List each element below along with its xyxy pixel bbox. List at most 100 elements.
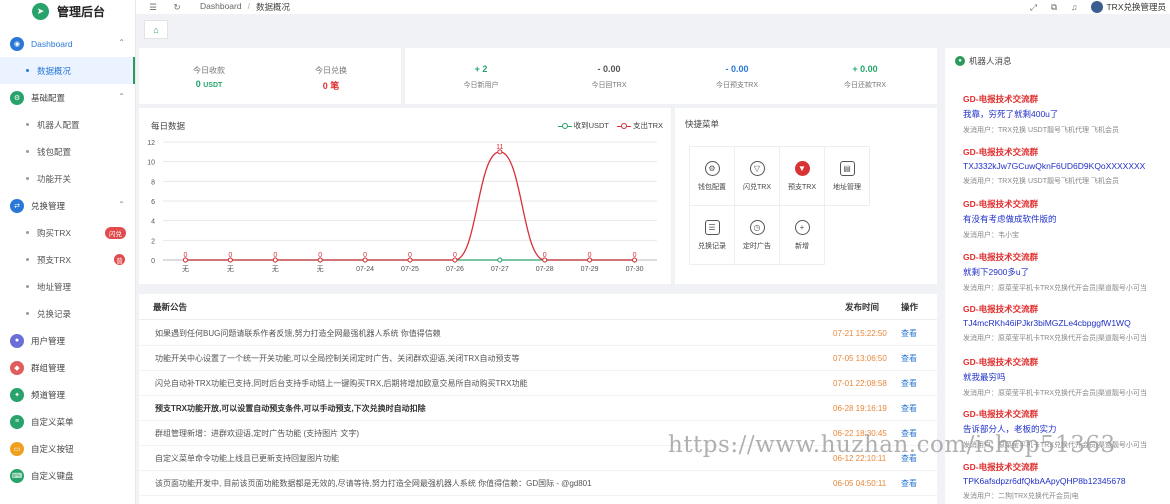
translate-icon[interactable]: ⧉ — [1051, 2, 1057, 13]
data-label: 0 — [453, 252, 457, 259]
data-label: 0 — [408, 252, 412, 259]
message-group: GD-电报技术交流群 — [963, 146, 1039, 157]
sidebar-subitem[interactable]: 兑换记录 — [0, 300, 135, 327]
list-item[interactable]: GD-电报技术交流群 告诉部分人，老板的实力 发消用户：原菜莹平机卡TRX兑换代开会… — [963, 408, 1170, 450]
bullet-icon — [26, 285, 29, 288]
y-tick-label: 6 — [151, 199, 155, 206]
sidebar-subitem[interactable]: 预支TRX 普 — [0, 246, 135, 273]
list-item[interactable]: GD-电报技术交流群 我靠，穷死了就剩400u了 发消用户：TRX兑换 USDT靓号… — [963, 93, 1170, 135]
y-tick-label: 10 — [147, 160, 155, 167]
view-link[interactable]: 查看 — [901, 453, 917, 464]
sidebar-subitem[interactable]: 数据概况 — [0, 57, 135, 84]
sidebar-subitem[interactable]: 机器人配置 — [0, 111, 135, 138]
message-sender: 发消用户：原菜莹平机卡TRX兑换代开会员|渠道靓号小可当 — [963, 389, 1147, 397]
fullscreen-icon[interactable]: ⤢ — [1030, 2, 1037, 13]
x-tick-label: 07-28 — [536, 266, 554, 273]
collapse-menu-icon[interactable]: ☰ — [148, 2, 158, 13]
list-item[interactable]: GD-电报技术交流群 就剩下2900多u了 发消用户：原菜莹平机卡TRX兑换代开会员… — [963, 251, 1170, 293]
bell-icon[interactable]: ♫ — [1071, 2, 1077, 12]
tron-icon: ▽ — [749, 160, 765, 176]
robot-icon: ● — [955, 56, 965, 66]
bullet-icon — [26, 312, 29, 315]
message-sender: 发消用户：原菜莹平机卡TRX兑换代开会员|渠道靓号小可当 — [963, 442, 1147, 449]
quick-menu-item[interactable]: ◷ 定时广告 — [735, 206, 780, 265]
view-link[interactable]: 查看 — [901, 378, 917, 389]
sidebar-item-1[interactable]: ⚙ 基础配置 ⌃ — [0, 84, 135, 111]
sidebar-subitem[interactable]: 购买TRX 闪兑 — [0, 219, 135, 246]
view-link[interactable]: 查看 — [901, 478, 917, 489]
list-item[interactable]: GD-电报技术交流群 TJ4mcRKh46iPJkr3biMGZLe4cbpggf… — [963, 303, 1170, 343]
quick-menu-label: 闪兑TRX — [743, 183, 771, 191]
x-tick-label: 07-27 — [491, 266, 509, 273]
x-tick-label: 07-24 — [356, 266, 374, 273]
bullet-icon — [26, 177, 29, 180]
announcement-date: 07-01 22:08:58 — [833, 378, 887, 388]
stat-unit: USDT — [203, 82, 223, 89]
message-text: 就剩下2900多u了 — [963, 266, 1030, 277]
record-icon: ☰ — [704, 219, 720, 235]
sidebar-subitem-label: 钱包配置 — [37, 146, 72, 157]
message-group: GD-电报技术交流群 — [963, 304, 1039, 314]
keyboard-icon: ⌨ — [10, 468, 24, 483]
message-text: 我靠，穷死了就剩400u了 — [963, 109, 1059, 119]
quick-menu-item[interactable]: ▤ 地址管理 — [825, 147, 870, 206]
quick-menu-item[interactable]: + 新增 — [780, 206, 825, 265]
stat-label: 今日回TRX — [591, 82, 627, 89]
table-row: 如果遇到任何BUG问题请联系作者反馈,努力打造全网最强机器人系统 你值得信赖 07… — [139, 321, 937, 346]
announcement-date: 07-05 13:06:50 — [833, 353, 887, 363]
view-link[interactable]: 查看 — [901, 428, 917, 439]
list-item[interactable]: GD-电报技术交流群 有没有考虑做成软件版的 发消用户：韦小宝 — [963, 198, 1170, 240]
top-header: ☰ ↻ Dashboard / 数据概况 ⤢ ⧉ ♫ TRX兑换管理员 — [136, 0, 1170, 14]
sidebar-subitem[interactable]: 地址管理 — [0, 273, 135, 300]
brand-title: 管理后台 — [57, 4, 106, 19]
sidebar-item-2[interactable]: ⇄ 兑换管理 ⌃ — [0, 192, 135, 219]
y-tick-label: 0 — [151, 258, 155, 265]
x-tick-label: 无 — [182, 265, 189, 273]
stat-number: 0 — [322, 81, 328, 91]
brand[interactable]: ➤ 管理后台 — [0, 0, 135, 22]
avatar — [1091, 1, 1104, 13]
announcement-text: 功能开关中心设置了一个统一开关功能,可以全局控制关闭定时广告、关闭群欢迎语,关闭… — [155, 353, 520, 363]
sidebar-item-6[interactable]: ≡ 自定义菜单 — [0, 408, 135, 435]
quick-menu-item[interactable]: ☰ 兑换记录 — [690, 206, 735, 265]
view-link[interactable]: 查看 — [901, 403, 917, 414]
sidebar-subitem[interactable]: 钱包配置 — [0, 138, 135, 165]
message-text: TPK6afsdpzr6dfQkbAApyQHP8b12345678 — [963, 475, 1126, 486]
user-menu[interactable]: TRX兑换管理员 — [1091, 1, 1166, 13]
bullet-icon — [26, 231, 29, 234]
list-item[interactable]: GD-电报技术交流群 TXJ332kJw7GCuwQknF6UD6D9KQoXXX… — [963, 146, 1170, 186]
stat-value: - 0.00 — [597, 64, 621, 74]
sidebar-item-7[interactable]: ▭ 自定义按钮 — [0, 435, 135, 462]
sidebar-item-0[interactable]: ◉ Dashboard ⌃ — [0, 30, 135, 57]
quick-menu-label: 定时广告 — [743, 242, 771, 250]
view-link[interactable]: 查看 — [901, 353, 917, 364]
message-group: GD-电报技术交流群 — [963, 409, 1039, 419]
stat-unit: 笔 — [330, 81, 340, 91]
refresh-icon[interactable]: ↻ — [172, 2, 182, 13]
quick-menu-item[interactable]: ▼ 预支TRX — [780, 147, 825, 206]
sidebar-item-5[interactable]: ✦ 频道管理 — [0, 381, 135, 408]
button-icon: ▭ — [10, 441, 24, 456]
sidebar-item-8[interactable]: ⌨ 自定义键盘 — [0, 462, 135, 489]
chevron-up-icon: ⌃ — [118, 92, 125, 101]
quick-menu-label: 新增 — [795, 242, 809, 250]
sidebar-subitem[interactable]: 功能开关 — [0, 165, 135, 192]
group-icon: ◆ — [10, 360, 24, 375]
sidebar-item-4[interactable]: ◆ 群组管理 — [0, 354, 135, 381]
sidebar-subitem-label: 机器人配置 — [37, 119, 80, 130]
message-sender: 发消用户：韦小宝 — [963, 232, 1019, 239]
stats-right-panel: + 2 今日新用户 - 0.00 今日回TRX - 0.00 今日预支TRX + 0.00 今… — [405, 48, 937, 104]
list-item[interactable]: GD-电报技术交流群 就我最穷吗 发消用户：原菜莹平机卡TRX兑换代开会员|渠道靓号… — [963, 356, 1170, 398]
quick-menu-item[interactable]: ▽ 闪兑TRX — [735, 147, 780, 206]
list-item[interactable]: GD-电报技术交流群 TPK6afsdpzr6dfQkbAApyQHP8b1234… — [963, 461, 1170, 501]
menu-badge: 普 — [114, 254, 125, 265]
sidebar-item-3[interactable]: ● 用户管理 — [0, 327, 135, 354]
view-link[interactable]: 查看 — [901, 328, 917, 339]
bullet-icon — [26, 258, 29, 261]
breadcrumb-root[interactable]: Dashboard — [200, 1, 242, 13]
quick-menu-item[interactable]: ⚙ 钱包配置 — [690, 147, 735, 206]
x-tick-label: 无 — [272, 265, 279, 273]
home-tab[interactable]: ⌂ — [144, 20, 168, 39]
table-row: 该页面功能开发中, 目前该页面功能数据都是无效的,尽请等待,努力打造全网最强机器… — [139, 471, 937, 496]
col-publish-time: 发布时间 — [845, 301, 880, 312]
